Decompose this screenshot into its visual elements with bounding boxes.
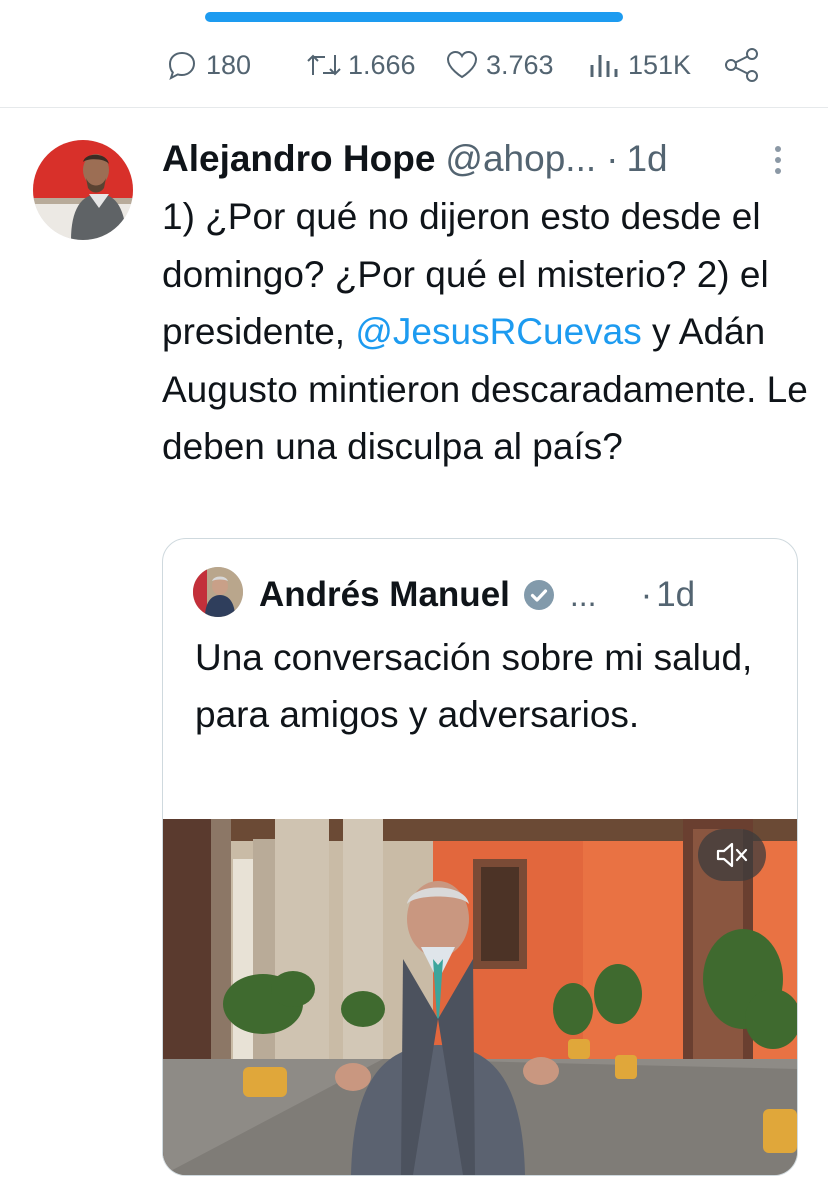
author-handle[interactable]: @ahop... bbox=[445, 138, 596, 180]
views-count: 151K bbox=[628, 49, 692, 80]
views-button[interactable]: 151K bbox=[586, 30, 691, 100]
tweet-text: 1) ¿Por qué no dijeron esto desde el dom… bbox=[162, 188, 812, 476]
quoted-tweet-text: Una conversación sobre mi salud, para am… bbox=[195, 637, 753, 735]
quoted-separator-dot: · bbox=[640, 575, 653, 614]
views-chart-icon bbox=[590, 55, 618, 77]
speaker-muted-icon bbox=[716, 842, 748, 868]
like-button[interactable]: 3.763 bbox=[444, 30, 554, 100]
share-button[interactable] bbox=[722, 30, 762, 100]
verified-badge-icon bbox=[523, 580, 554, 610]
author-avatar[interactable] bbox=[33, 140, 133, 240]
quoted-timestamp[interactable]: 1d bbox=[656, 575, 695, 615]
reply-icon bbox=[168, 51, 196, 81]
quoted-handle-ellipsis: ... bbox=[569, 576, 597, 613]
tweet-action-bar: 180 1.666 3.763 151K bbox=[0, 30, 828, 100]
tweet-header: Alejandro Hope @ahop... · 1d bbox=[162, 134, 802, 184]
video-player[interactable] bbox=[163, 819, 797, 1175]
quoted-author-name[interactable]: Andrés Manuel bbox=[259, 575, 510, 615]
retweet-count: 1.666 bbox=[348, 49, 416, 80]
heart-icon bbox=[446, 50, 478, 79]
reply-count: 180 bbox=[206, 49, 252, 80]
quoted-tweet-header: Andrés Manuel ... · 1d bbox=[259, 571, 779, 619]
mention-link[interactable]: @JesusRCuevas bbox=[355, 311, 641, 352]
like-count: 3.763 bbox=[486, 49, 554, 80]
tweet-timestamp[interactable]: 1d bbox=[626, 138, 667, 180]
reply-button[interactable]: 180 bbox=[164, 30, 251, 100]
quoted-author-avatar[interactable] bbox=[193, 567, 243, 617]
scroll-indicator[interactable] bbox=[205, 12, 623, 22]
divider bbox=[0, 107, 828, 108]
video-thumbnail bbox=[163, 819, 797, 1175]
more-options-icon[interactable] bbox=[763, 142, 793, 182]
quoted-tweet-card[interactable]: Andrés Manuel ... · 1d Una conversación … bbox=[162, 538, 798, 1176]
share-icon bbox=[725, 48, 758, 82]
separator-dot: · bbox=[606, 138, 619, 179]
author-name[interactable]: Alejandro Hope bbox=[162, 138, 435, 180]
retweet-button[interactable]: 1.666 bbox=[302, 30, 416, 100]
mute-button[interactable] bbox=[698, 829, 766, 881]
retweet-icon bbox=[307, 54, 341, 76]
